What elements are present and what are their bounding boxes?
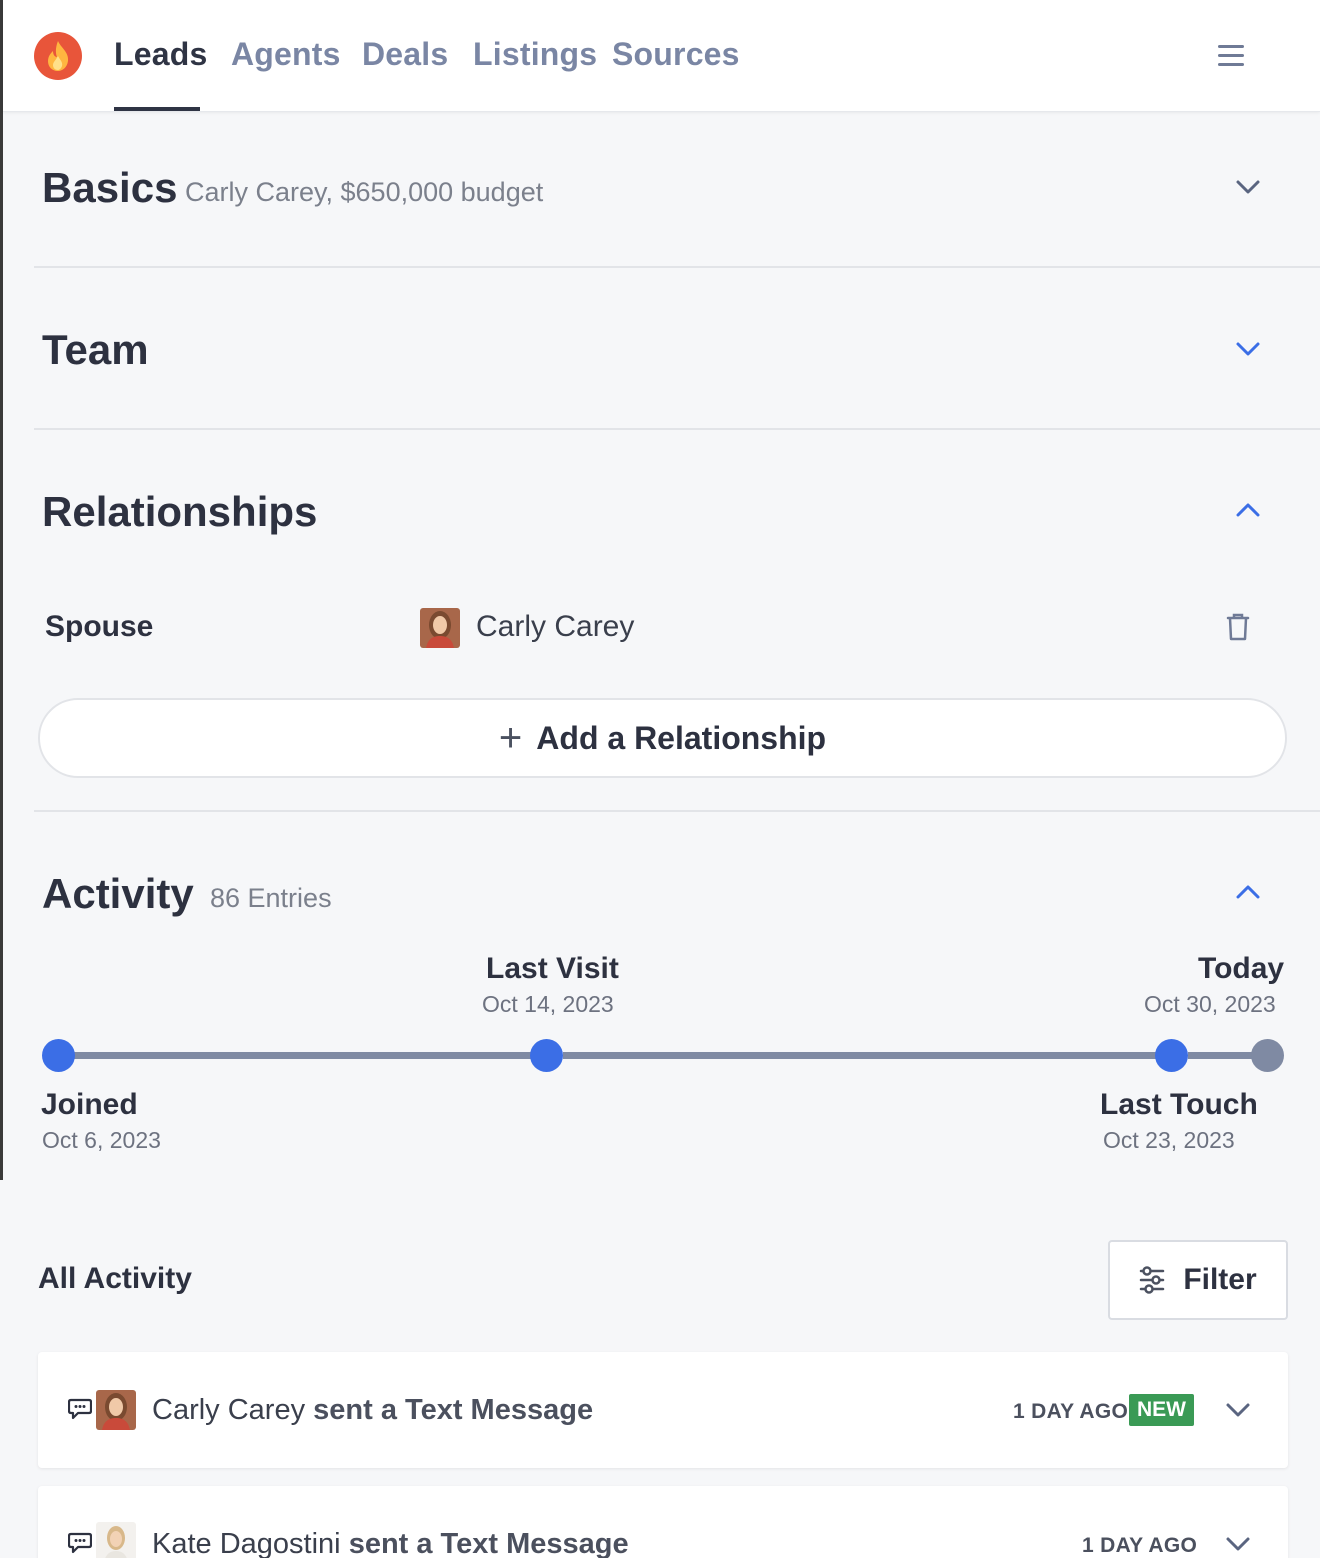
timeline-last-touch-date: Oct 23, 2023 — [1103, 1127, 1235, 1153]
activity-action: sent a Text Message — [348, 1528, 629, 1558]
relationships-title: Relationships — [42, 488, 318, 535]
chat-bubble-icon — [68, 1398, 92, 1420]
timeline-joined-date: Oct 6, 2023 — [42, 1127, 161, 1153]
section-divider — [34, 810, 1320, 812]
activity-text: Carly Carey sent a Text Message — [152, 1394, 593, 1427]
timeline-today-date: Oct 30, 2023 — [1144, 991, 1276, 1017]
filter-button[interactable]: Filter — [1108, 1240, 1288, 1320]
chevron-down-icon[interactable] — [1223, 1529, 1253, 1558]
chevron-up-icon[interactable] — [1233, 495, 1263, 525]
timeline-segment — [74, 1052, 532, 1059]
timeline-last-touch-label: Last Touch — [1100, 1088, 1258, 1121]
avatar — [96, 1390, 136, 1430]
timeline-segment — [1188, 1052, 1254, 1059]
timeline-joined-label: Joined — [41, 1088, 138, 1121]
avatar — [420, 608, 460, 648]
activity-title: Activity — [42, 870, 194, 917]
activity-count: 86 Entries — [210, 883, 332, 913]
nav-agents[interactable]: Agents — [231, 36, 341, 73]
section-divider — [34, 266, 1320, 268]
window-edge — [0, 0, 3, 1180]
basics-title: Basics — [42, 164, 178, 211]
nav-listings[interactable]: Listings — [473, 36, 597, 73]
chevron-down-icon[interactable] — [1233, 172, 1263, 202]
timeline-today-dot[interactable] — [1251, 1039, 1284, 1072]
avatar — [96, 1522, 136, 1558]
add-relationship-button[interactable]: + Add a Relationship — [38, 698, 1287, 778]
relationship-type: Spouse — [45, 610, 154, 643]
new-badge: NEW — [1129, 1394, 1194, 1426]
chat-bubble-icon — [68, 1532, 92, 1554]
filter-label: Filter — [1183, 1263, 1257, 1296]
activity-entry[interactable]: Carly Carey sent a Text Message 1 DAY AG… — [38, 1352, 1288, 1468]
trash-icon[interactable] — [1225, 613, 1251, 641]
section-divider — [34, 428, 1320, 430]
activity-entry[interactable]: Kate Dagostini sent a Text Message 1 DAY… — [38, 1486, 1288, 1558]
basics-summary: Carly Carey, $650,000 budget — [185, 177, 544, 207]
timeline-joined-dot[interactable] — [42, 1039, 75, 1072]
active-tab-indicator — [114, 107, 200, 111]
sliders-icon — [1140, 1266, 1165, 1294]
timeline-last-visit-label: Last Visit — [486, 952, 619, 985]
timeline-today-label: Today — [1198, 952, 1285, 985]
hamburger-menu-icon[interactable] — [1218, 45, 1244, 67]
chevron-down-icon[interactable] — [1233, 334, 1263, 364]
all-activity-heading: All Activity — [38, 1262, 192, 1295]
timeline-last-visit-dot[interactable] — [530, 1039, 563, 1072]
timeline-last-visit-date: Oct 14, 2023 — [482, 991, 614, 1017]
nav-leads[interactable]: Leads — [114, 36, 207, 73]
top-navigation: Leads Agents Deals Listings Sources — [3, 0, 1320, 112]
chevron-down-icon[interactable] — [1223, 1395, 1253, 1425]
timeline-segment — [563, 1052, 1158, 1059]
activity-actor[interactable]: Carly Carey — [152, 1394, 305, 1426]
timeline-last-touch-dot[interactable] — [1155, 1039, 1188, 1072]
nav-deals[interactable]: Deals — [362, 36, 448, 73]
activity-text: Kate Dagostini sent a Text Message — [152, 1528, 629, 1558]
team-title: Team — [42, 326, 149, 373]
fire-icon[interactable] — [34, 32, 82, 80]
relationship-name[interactable]: Carly Carey — [476, 610, 634, 644]
plus-icon: + — [498, 716, 523, 760]
activity-time: 1 DAY AGO — [1082, 1534, 1198, 1557]
nav-sources[interactable]: Sources — [612, 36, 740, 73]
chevron-up-icon[interactable] — [1233, 877, 1263, 907]
activity-action: sent a Text Message — [313, 1394, 594, 1426]
activity-time: 1 DAY AGO — [1013, 1400, 1129, 1423]
activity-actor[interactable]: Kate Dagostini — [152, 1528, 341, 1558]
add-relationship-label: Add a Relationship — [536, 719, 827, 756]
